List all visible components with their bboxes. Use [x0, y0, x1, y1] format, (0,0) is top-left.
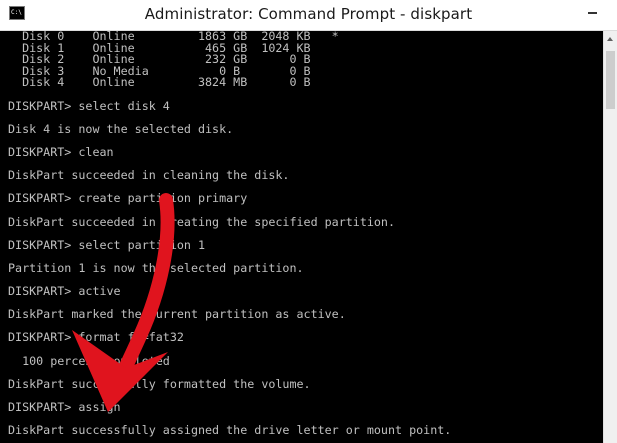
- console-output-line: Disk 4 Online 3824 MB 0 B: [8, 75, 311, 90]
- console-output-line: DiskPart succeeded in creating the speci…: [8, 214, 396, 229]
- console-command-line: DISKPART> assign: [8, 400, 121, 414]
- command-prompt-window: C:\ Administrator: Command Prompt - disk…: [0, 0, 617, 443]
- console-output-line: [8, 437, 603, 443]
- console-output-line: 100 percent completed: [8, 353, 170, 368]
- console-output-line: DiskPart succeeded in cleaning the disk.: [8, 168, 290, 183]
- console-command-line: DISKPART> create partition primary: [8, 191, 248, 206]
- window-title: Administrator: Command Prompt - diskpart: [144, 5, 473, 23]
- console-command-line: DISKPART> active: [8, 284, 121, 299]
- title-bar[interactable]: C:\ Administrator: Command Prompt - disk…: [0, 0, 617, 31]
- console-command-line: DISKPART> clean: [8, 144, 114, 159]
- console-output-line: Disk 4 is now the selected disk.: [8, 121, 234, 136]
- console-output-line: DiskPart successfully assigned the drive…: [8, 423, 452, 438]
- console-output: Disk 0 Online 1863 GB 2048 KB * Disk 1 O…: [8, 31, 603, 443]
- console-command-line: DISKPART> select disk 4: [8, 98, 170, 113]
- scroll-up-arrow-icon[interactable]: [604, 31, 617, 47]
- console-output-line: DiskPart marked the current partition as…: [8, 307, 346, 322]
- vertical-scrollbar[interactable]: [603, 31, 617, 443]
- console-output-line: DiskPart successfully formatted the volu…: [8, 376, 311, 391]
- minimize-button[interactable]: [577, 0, 607, 24]
- scroll-thumb[interactable]: [606, 51, 615, 109]
- console-area[interactable]: Disk 0 Online 1863 GB 2048 KB * Disk 1 O…: [0, 31, 617, 443]
- console-output-line: Partition 1 is now the selected partitio…: [8, 260, 304, 275]
- console-command-line: DISKPART> select partition 1: [8, 237, 206, 252]
- console-command-line: DISKPART> format fs=fat32: [8, 330, 184, 345]
